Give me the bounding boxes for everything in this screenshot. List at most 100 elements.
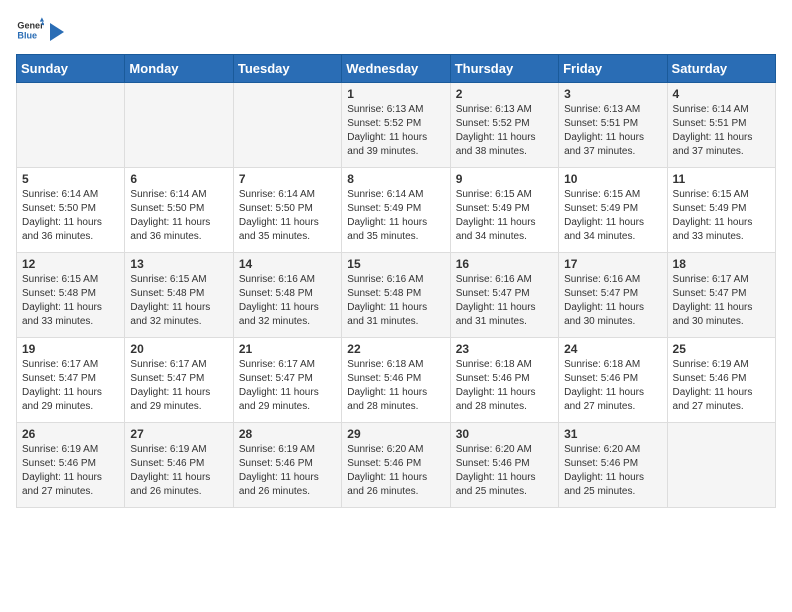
day-info: Sunrise: 6:16 AM Sunset: 5:48 PM Dayligh… (239, 273, 336, 329)
day-info: Sunrise: 6:16 AM Sunset: 5:47 PM Dayligh… (564, 273, 661, 329)
day-cell: 28Sunrise: 6:19 AM Sunset: 5:46 PM Dayli… (233, 423, 341, 508)
day-cell: 1Sunrise: 6:13 AM Sunset: 5:52 PM Daylig… (342, 83, 450, 168)
day-cell (17, 83, 125, 168)
day-number: 14 (239, 257, 336, 271)
day-cell: 31Sunrise: 6:20 AM Sunset: 5:46 PM Dayli… (559, 423, 667, 508)
day-info: Sunrise: 6:20 AM Sunset: 5:46 PM Dayligh… (456, 443, 553, 499)
svg-text:General: General (17, 21, 44, 31)
page-header: General Blue (16, 16, 776, 44)
day-info: Sunrise: 6:14 AM Sunset: 5:50 PM Dayligh… (130, 188, 227, 244)
day-cell: 3 Sunrise: 6:13 AM Sunset: 5:51 PM Daylig… (559, 83, 667, 168)
column-header-friday: Friday (559, 55, 667, 83)
day-cell: 2 Sunrise: 6:13 AM Sunset: 5:52 PM Daylig… (450, 83, 558, 168)
day-number: 29 (347, 427, 444, 441)
day-info: Sunrise: 6:14 AM Sunset: 5:49 PM Dayligh… (347, 188, 444, 244)
day-info: Sunrise: 6:13 AM Sunset: 5:51 PM Dayligh… (564, 103, 661, 159)
day-number: 8 (347, 172, 444, 186)
day-cell: 9 Sunrise: 6:15 AM Sunset: 5:49 PM Daylig… (450, 168, 558, 253)
calendar-table: SundayMondayTuesdayWednesdayThursdayFrid… (16, 54, 776, 508)
logo-triangle-icon (48, 21, 66, 43)
day-info: Sunrise: 6:16 AM Sunset: 5:48 PM Dayligh… (347, 273, 444, 329)
day-number: 27 (130, 427, 227, 441)
day-number: 10 (564, 172, 661, 186)
day-info: Sunrise: 6:18 AM Sunset: 5:46 PM Dayligh… (564, 358, 661, 414)
day-cell: 21 Sunrise: 6:17 AM Sunset: 5:47 PM Dayli… (233, 338, 341, 423)
column-header-wednesday: Wednesday (342, 55, 450, 83)
day-number: 25 (673, 342, 770, 356)
day-info: Sunrise: 6:18 AM Sunset: 5:46 PM Dayligh… (456, 358, 553, 414)
day-info: Sunrise: 6:15 AM Sunset: 5:49 PM Dayligh… (564, 188, 661, 244)
day-info: Sunrise: 6:15 AM Sunset: 5:48 PM Dayligh… (130, 273, 227, 329)
day-number: 5 (22, 172, 119, 186)
day-cell: 4 Sunrise: 6:14 AM Sunset: 5:51 PM Daylig… (667, 83, 775, 168)
day-number: 4 (673, 87, 770, 101)
day-number: 26 (22, 427, 119, 441)
day-info: Sunrise: 6:20 AM Sunset: 5:46 PM Dayligh… (564, 443, 661, 499)
day-number: 23 (456, 342, 553, 356)
column-header-sunday: Sunday (17, 55, 125, 83)
day-cell: 30 Sunrise: 6:20 AM Sunset: 5:46 PM Dayli… (450, 423, 558, 508)
day-number: 28 (239, 427, 336, 441)
day-number: 2 (456, 87, 553, 101)
day-cell: 15 Sunrise: 6:16 AM Sunset: 5:48 PM Dayli… (342, 253, 450, 338)
day-number: 9 (456, 172, 553, 186)
logo: General Blue (16, 16, 66, 44)
day-cell: 24 Sunrise: 6:18 AM Sunset: 5:46 PM Dayli… (559, 338, 667, 423)
day-cell (233, 83, 341, 168)
day-number: 3 (564, 87, 661, 101)
day-info: Sunrise: 6:19 AM Sunset: 5:46 PM Dayligh… (673, 358, 770, 414)
week-row-4: 19 Sunrise: 6:17 AM Sunset: 5:47 PM Dayli… (17, 338, 776, 423)
day-number: 11 (673, 172, 770, 186)
day-cell: 13Sunrise: 6:15 AM Sunset: 5:48 PM Dayli… (125, 253, 233, 338)
column-header-tuesday: Tuesday (233, 55, 341, 83)
day-cell: 26 Sunrise: 6:19 AM Sunset: 5:46 PM Dayli… (17, 423, 125, 508)
day-info: Sunrise: 6:15 AM Sunset: 5:49 PM Dayligh… (456, 188, 553, 244)
day-cell: 17 Sunrise: 6:16 AM Sunset: 5:47 PM Dayli… (559, 253, 667, 338)
day-cell: 25 Sunrise: 6:19 AM Sunset: 5:46 PM Dayli… (667, 338, 775, 423)
day-number: 12 (22, 257, 119, 271)
day-number: 15 (347, 257, 444, 271)
day-info: Sunrise: 6:17 AM Sunset: 5:47 PM Dayligh… (130, 358, 227, 414)
logo-icon: General Blue (16, 16, 44, 44)
day-info: Sunrise: 6:15 AM Sunset: 5:48 PM Dayligh… (22, 273, 119, 329)
day-info: Sunrise: 6:18 AM Sunset: 5:46 PM Dayligh… (347, 358, 444, 414)
svg-text:Blue: Blue (17, 30, 37, 40)
calendar-header: SundayMondayTuesdayWednesdayThursdayFrid… (17, 55, 776, 83)
day-number: 6 (130, 172, 227, 186)
day-number: 7 (239, 172, 336, 186)
day-number: 30 (456, 427, 553, 441)
week-row-3: 12 Sunrise: 6:15 AM Sunset: 5:48 PM Dayli… (17, 253, 776, 338)
day-number: 17 (564, 257, 661, 271)
day-cell: 12 Sunrise: 6:15 AM Sunset: 5:48 PM Dayli… (17, 253, 125, 338)
day-info: Sunrise: 6:14 AM Sunset: 5:50 PM Dayligh… (239, 188, 336, 244)
day-cell: 19Sunrise: 6:17 AM Sunset: 5:47 PM Dayli… (17, 338, 125, 423)
day-cell: 14 Sunrise: 6:16 AM Sunset: 5:48 PM Dayli… (233, 253, 341, 338)
day-info: Sunrise: 6:14 AM Sunset: 5:50 PM Dayligh… (22, 188, 119, 244)
day-cell: 6 Sunrise: 6:14 AM Sunset: 5:50 PM Daylig… (125, 168, 233, 253)
day-info: Sunrise: 6:13 AM Sunset: 5:52 PM Dayligh… (347, 103, 444, 159)
week-row-1: 1Sunrise: 6:13 AM Sunset: 5:52 PM Daylig… (17, 83, 776, 168)
day-info: Sunrise: 6:13 AM Sunset: 5:52 PM Dayligh… (456, 103, 553, 159)
day-info: Sunrise: 6:17 AM Sunset: 5:47 PM Dayligh… (239, 358, 336, 414)
day-info: Sunrise: 6:14 AM Sunset: 5:51 PM Dayligh… (673, 103, 770, 159)
day-info: Sunrise: 6:19 AM Sunset: 5:46 PM Dayligh… (22, 443, 119, 499)
day-info: Sunrise: 6:19 AM Sunset: 5:46 PM Dayligh… (130, 443, 227, 499)
column-header-thursday: Thursday (450, 55, 558, 83)
day-info: Sunrise: 6:15 AM Sunset: 5:49 PM Dayligh… (673, 188, 770, 244)
day-cell (125, 83, 233, 168)
header-row: SundayMondayTuesdayWednesdayThursdayFrid… (17, 55, 776, 83)
column-header-saturday: Saturday (667, 55, 775, 83)
day-cell: 5 Sunrise: 6:14 AM Sunset: 5:50 PM Daylig… (17, 168, 125, 253)
day-cell: 27 Sunrise: 6:19 AM Sunset: 5:46 PM Dayli… (125, 423, 233, 508)
day-cell: 29Sunrise: 6:20 AM Sunset: 5:46 PM Dayli… (342, 423, 450, 508)
day-cell: 10 Sunrise: 6:15 AM Sunset: 5:49 PM Dayli… (559, 168, 667, 253)
day-info: Sunrise: 6:16 AM Sunset: 5:47 PM Dayligh… (456, 273, 553, 329)
day-cell: 20Sunrise: 6:17 AM Sunset: 5:47 PM Dayli… (125, 338, 233, 423)
day-number: 18 (673, 257, 770, 271)
day-number: 21 (239, 342, 336, 356)
day-cell: 23 Sunrise: 6:18 AM Sunset: 5:46 PM Dayli… (450, 338, 558, 423)
day-number: 22 (347, 342, 444, 356)
day-cell: 8 Sunrise: 6:14 AM Sunset: 5:49 PM Daylig… (342, 168, 450, 253)
day-number: 24 (564, 342, 661, 356)
day-number: 19 (22, 342, 119, 356)
